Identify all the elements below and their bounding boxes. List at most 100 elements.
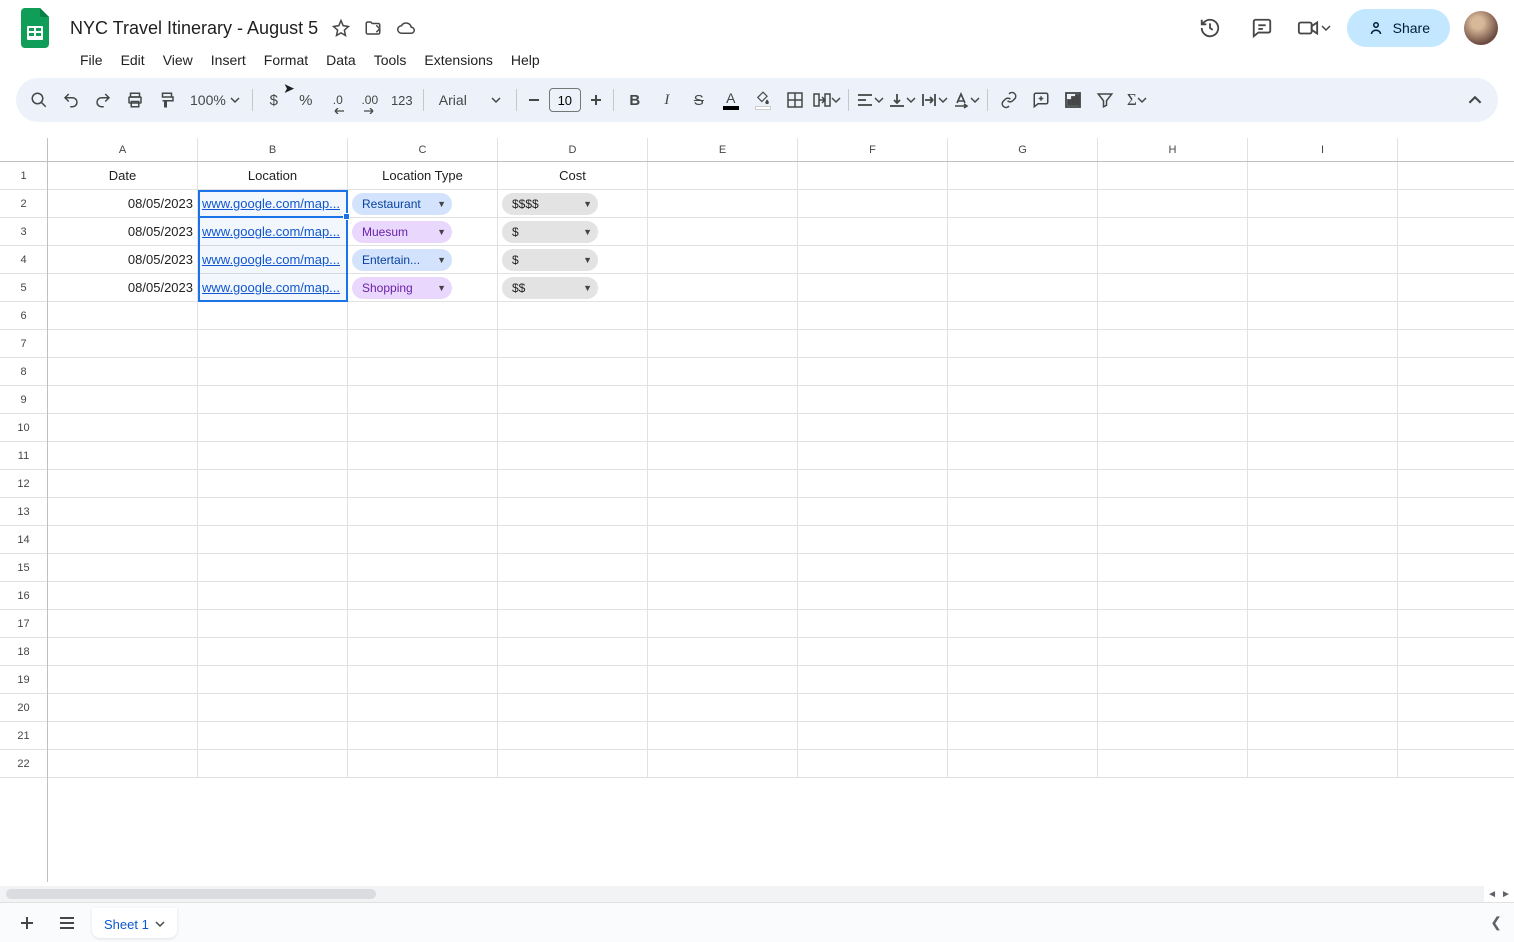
cell[interactable] — [1248, 666, 1398, 693]
row-header[interactable]: 17 — [0, 610, 47, 638]
cell[interactable] — [648, 302, 798, 329]
cell[interactable] — [498, 638, 648, 665]
history-icon[interactable] — [1191, 9, 1229, 47]
cell[interactable] — [648, 666, 798, 693]
cell[interactable] — [648, 498, 798, 525]
cell[interactable] — [948, 554, 1098, 581]
cell[interactable] — [348, 750, 498, 777]
row-header[interactable]: 16 — [0, 582, 47, 610]
cell[interactable] — [1098, 442, 1248, 469]
cell[interactable] — [798, 722, 948, 749]
cell[interactable] — [798, 190, 948, 217]
cell[interactable] — [1248, 414, 1398, 441]
cell[interactable] — [798, 750, 948, 777]
cell[interactable] — [648, 694, 798, 721]
cell[interactable] — [1098, 722, 1248, 749]
cell[interactable] — [198, 610, 348, 637]
location-link[interactable]: www.google.com/map... — [202, 280, 340, 295]
cell[interactable] — [48, 610, 198, 637]
row-header[interactable]: 22 — [0, 750, 47, 778]
cell[interactable] — [1098, 358, 1248, 385]
cell[interactable] — [348, 386, 498, 413]
cell[interactable] — [498, 526, 648, 553]
cell[interactable]: 08/05/2023 — [48, 218, 198, 245]
cell[interactable] — [198, 694, 348, 721]
cell[interactable] — [198, 526, 348, 553]
cell[interactable] — [798, 526, 948, 553]
cell[interactable] — [348, 330, 498, 357]
cell[interactable] — [948, 302, 1098, 329]
cell[interactable] — [648, 218, 798, 245]
cell[interactable] — [1098, 302, 1248, 329]
cell[interactable] — [498, 358, 648, 385]
cell[interactable] — [648, 358, 798, 385]
cell[interactable] — [948, 498, 1098, 525]
cell[interactable] — [1098, 470, 1248, 497]
cell[interactable] — [648, 414, 798, 441]
cell[interactable] — [1248, 638, 1398, 665]
cell[interactable] — [1248, 582, 1398, 609]
decrease-font-icon[interactable] — [523, 85, 545, 115]
column-header[interactable]: D — [498, 138, 648, 161]
row-header[interactable]: 15 — [0, 554, 47, 582]
merge-cells-icon[interactable] — [812, 85, 842, 115]
menu-edit[interactable]: Edit — [113, 48, 153, 72]
row-header[interactable]: 13 — [0, 498, 47, 526]
cell[interactable] — [948, 274, 1098, 301]
cell[interactable] — [948, 246, 1098, 273]
zoom-select[interactable]: 100% — [184, 85, 246, 115]
cell[interactable] — [498, 750, 648, 777]
location-link[interactable]: www.google.com/map... — [202, 196, 340, 211]
cell[interactable] — [1248, 694, 1398, 721]
cell[interactable] — [948, 218, 1098, 245]
type-chip[interactable]: Shopping▼ — [352, 277, 452, 299]
cell[interactable]: $$▼ — [498, 274, 648, 301]
redo-icon[interactable] — [88, 85, 118, 115]
cell[interactable] — [948, 442, 1098, 469]
column-header[interactable]: H — [1098, 138, 1248, 161]
account-avatar[interactable] — [1464, 11, 1498, 45]
star-icon[interactable] — [332, 19, 350, 37]
cell[interactable] — [1098, 386, 1248, 413]
currency-icon[interactable]: $ — [259, 85, 289, 115]
percent-icon[interactable]: % — [291, 85, 321, 115]
type-chip[interactable]: Muesum▼ — [352, 221, 452, 243]
menu-format[interactable]: Format — [256, 48, 316, 72]
cell[interactable]: $▼ — [498, 218, 648, 245]
cell[interactable] — [498, 722, 648, 749]
cell[interactable] — [648, 722, 798, 749]
cell[interactable] — [648, 582, 798, 609]
sheet-tab-menu-icon[interactable] — [155, 919, 165, 929]
comments-icon[interactable] — [1243, 9, 1281, 47]
row-header[interactable]: 20 — [0, 694, 47, 722]
cell[interactable] — [498, 470, 648, 497]
decrease-decimal-icon[interactable]: .0 — [323, 85, 353, 115]
type-chip[interactable]: Entertain...▼ — [352, 249, 452, 271]
cell[interactable] — [348, 498, 498, 525]
cell[interactable] — [48, 526, 198, 553]
cell[interactable] — [48, 722, 198, 749]
cell[interactable] — [498, 386, 648, 413]
row-header[interactable]: 6 — [0, 302, 47, 330]
font-select[interactable]: Arial — [430, 85, 510, 115]
cell[interactable] — [48, 414, 198, 441]
cell[interactable] — [498, 442, 648, 469]
cell[interactable] — [1248, 330, 1398, 357]
row-header[interactable]: 4 — [0, 246, 47, 274]
cell[interactable] — [1098, 638, 1248, 665]
cell[interactable] — [948, 610, 1098, 637]
document-title[interactable]: NYC Travel Itinerary - August 5 — [64, 16, 324, 41]
cell[interactable] — [798, 470, 948, 497]
text-wrap-icon[interactable] — [919, 85, 949, 115]
column-header[interactable]: C — [348, 138, 498, 161]
cost-chip[interactable]: $$▼ — [502, 277, 598, 299]
fill-color-icon[interactable] — [748, 85, 778, 115]
cell[interactable] — [348, 610, 498, 637]
cell[interactable] — [798, 218, 948, 245]
cell[interactable] — [798, 638, 948, 665]
row-header[interactable]: 11 — [0, 442, 47, 470]
cell[interactable] — [948, 666, 1098, 693]
row-header[interactable]: 9 — [0, 386, 47, 414]
cell[interactable] — [498, 302, 648, 329]
cell[interactable] — [948, 582, 1098, 609]
